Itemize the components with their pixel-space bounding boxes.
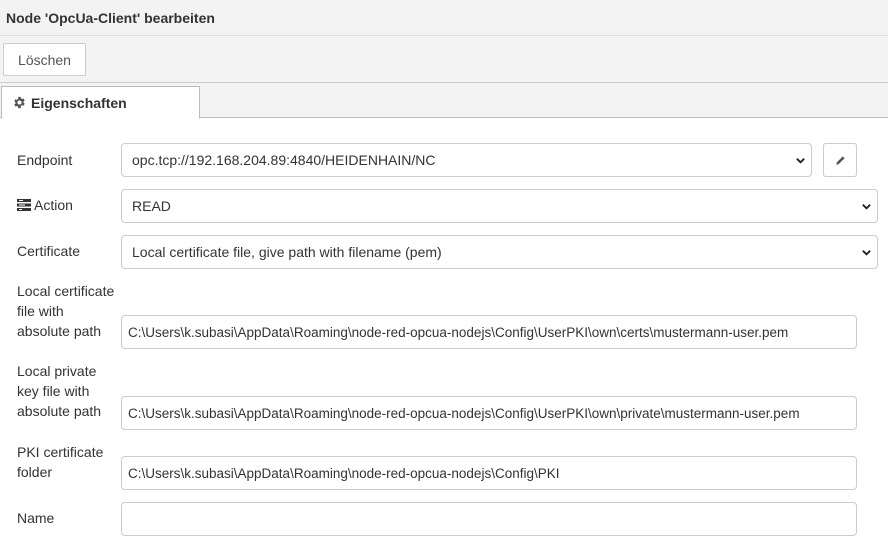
local-key-value: C:\Users\k.subasi\AppData\Roaming\node-r… <box>128 405 800 421</box>
name-label: Name <box>17 510 55 526</box>
certificate-select[interactable]: Local certificate file, give path with f… <box>121 235 878 269</box>
action-select[interactable]: READ <box>121 189 878 223</box>
name-input[interactable] <box>121 502 857 536</box>
tab-bar: Eigenschaften <box>0 83 888 119</box>
tab-label: Eigenschaften <box>31 94 127 111</box>
chevron-down-icon <box>862 204 871 210</box>
local-cert-input[interactable]: C:\Users\k.subasi\AppData\Roaming\node-r… <box>121 315 857 349</box>
chevron-down-icon <box>862 250 871 256</box>
action-value: READ <box>132 198 171 214</box>
dialog-toolbar: Löschen <box>0 36 888 83</box>
gear-icon <box>14 96 25 109</box>
endpoint-value: opc.tcp://192.168.204.89:4840/HEIDENHAIN… <box>132 152 436 168</box>
pki-folder-value: C:\Users\k.subasi\AppData\Roaming\node-r… <box>128 465 560 481</box>
local-cert-value: C:\Users\k.subasi\AppData\Roaming\node-r… <box>128 324 789 340</box>
certificate-value: Local certificate file, give path with f… <box>132 244 442 260</box>
endpoint-select[interactable]: opc.tcp://192.168.204.89:4840/HEIDENHAIN… <box>121 143 812 177</box>
endpoint-label: Endpoint <box>17 152 73 168</box>
local-cert-label: Local certificate file with absolute pat… <box>17 283 115 339</box>
tab-properties[interactable]: Eigenschaften <box>1 86 200 119</box>
local-key-label: Local private key file with absolute pat… <box>17 363 102 419</box>
action-label-text: Action <box>34 197 73 213</box>
pencil-icon <box>835 155 845 165</box>
action-label: Action <box>17 195 73 215</box>
edit-endpoint-button[interactable] <box>823 143 857 177</box>
delete-button[interactable]: Löschen <box>3 43 86 76</box>
dialog-title: Node 'OpcUa-Client' bearbeiten <box>6 10 215 26</box>
pki-folder-label: PKI certificate folder <box>17 444 104 480</box>
tasks-icon <box>17 199 31 211</box>
dialog-header: Node 'OpcUa-Client' bearbeiten <box>0 0 888 36</box>
chevron-down-icon <box>796 158 805 164</box>
local-key-input[interactable]: C:\Users\k.subasi\AppData\Roaming\node-r… <box>121 396 857 430</box>
certificate-label: Certificate <box>17 243 81 259</box>
pki-folder-input[interactable]: C:\Users\k.subasi\AppData\Roaming\node-r… <box>121 456 857 490</box>
